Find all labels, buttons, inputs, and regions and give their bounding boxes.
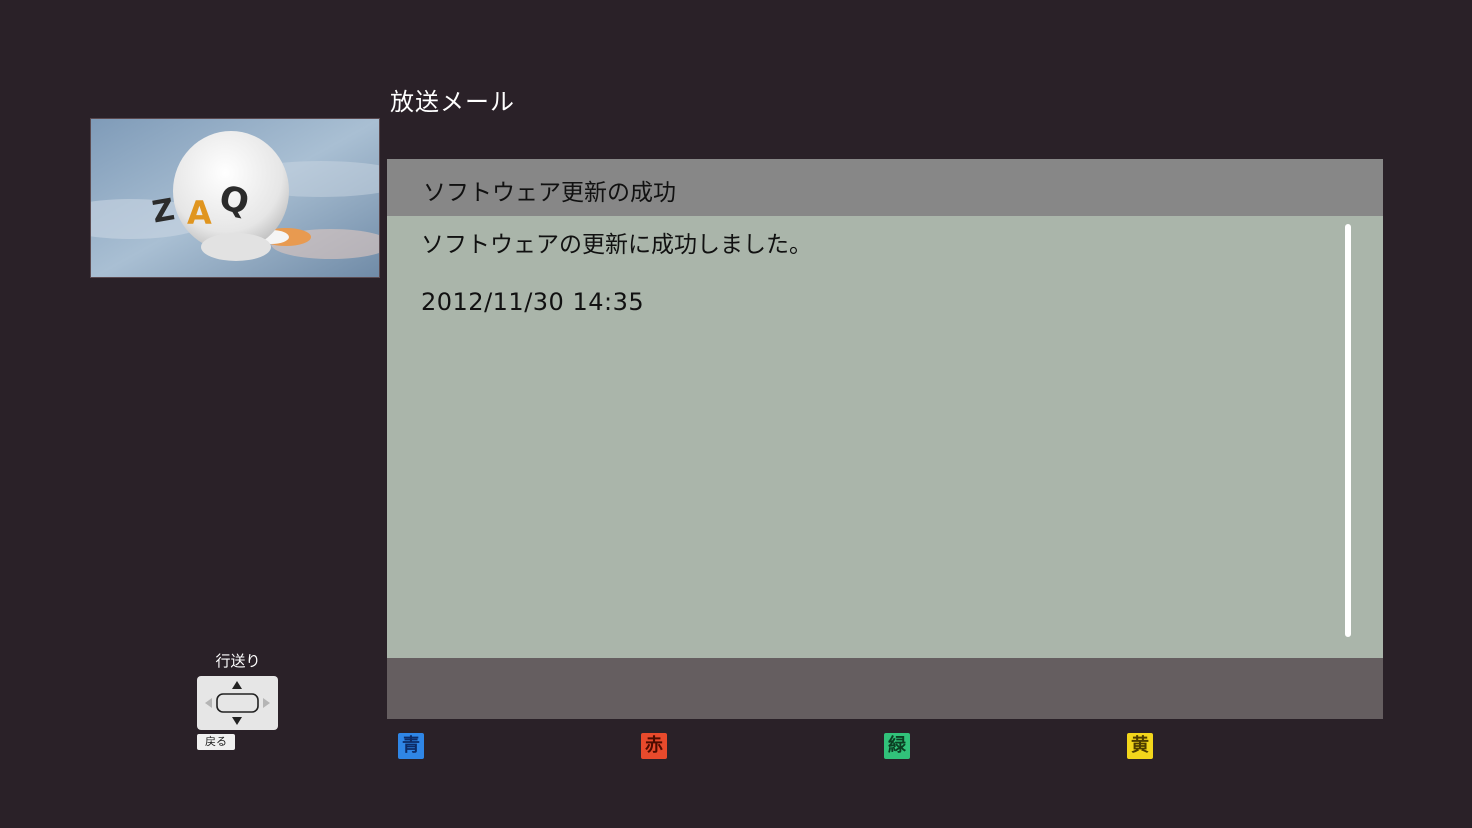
- yellow-key-button[interactable]: 黄: [1127, 733, 1153, 759]
- zaq-mascot-image: Z A Q: [91, 119, 379, 277]
- mail-panel: ソフトウェア更新の成功 ソフトウェアの更新に成功しました。 2012/11/30…: [387, 159, 1383, 719]
- ok-button-icon: [216, 693, 259, 713]
- mail-header: ソフトウェア更新の成功: [387, 159, 1383, 216]
- mail-footer: [387, 658, 1383, 719]
- channel-preview-thumbnail: Z A Q: [90, 118, 380, 278]
- mail-body: ソフトウェアの更新に成功しました。 2012/11/30 14:35: [421, 229, 1321, 343]
- svg-text:A: A: [187, 194, 212, 232]
- arrow-right-icon: [263, 698, 270, 708]
- arrow-up-icon: [232, 681, 242, 689]
- mail-body-text: ソフトウェアの更新に成功しました。: [421, 232, 812, 258]
- mail-subject: ソフトウェア更新の成功: [423, 180, 676, 206]
- scrollbar[interactable]: [1345, 224, 1351, 637]
- red-key-button[interactable]: 赤: [641, 733, 667, 759]
- mail-date: 2012/11/30 14:35: [421, 288, 645, 316]
- page-title: 放送メール: [390, 88, 515, 116]
- arrow-down-icon: [232, 717, 242, 725]
- arrow-left-icon: [205, 698, 212, 708]
- green-key-button[interactable]: 緑: [884, 733, 910, 759]
- back-button-label: 戻る: [197, 734, 235, 750]
- remote-dpad-icon: [197, 676, 278, 730]
- scroll-hint-label: 行送り: [215, 652, 261, 670]
- blue-key-button[interactable]: 青: [398, 733, 424, 759]
